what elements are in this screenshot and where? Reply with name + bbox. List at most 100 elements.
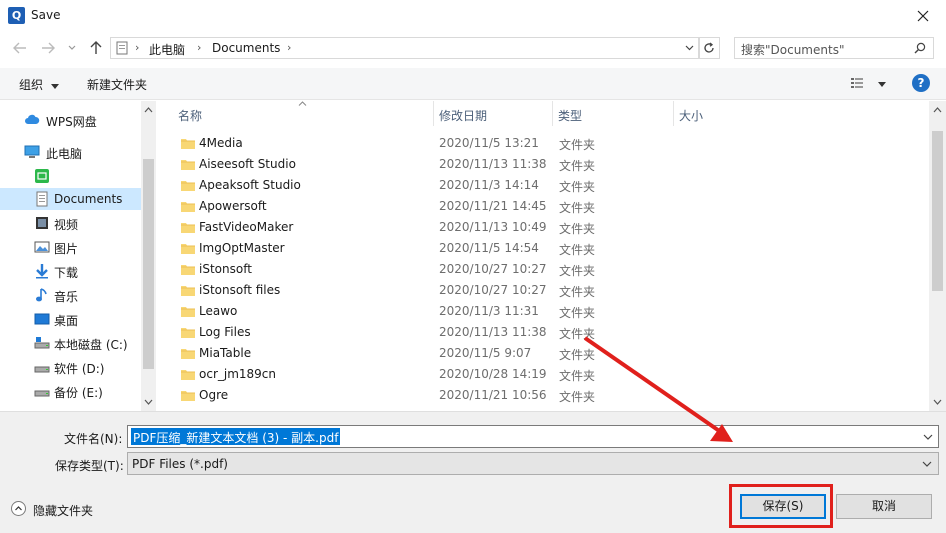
table-row[interactable]: Apeaksoft Studio 2020/11/3 14:14 文件夹: [157, 175, 929, 196]
sidebar-item-documents[interactable]: Documents: [0, 188, 141, 210]
table-row[interactable]: Aiseesoft Studio 2020/11/13 11:38 文件夹: [157, 154, 929, 175]
navigation-pane-scrollbar[interactable]: [141, 101, 156, 411]
table-row[interactable]: iStonsoft 2020/10/27 10:27 文件夹: [157, 259, 929, 280]
folder-icon: [181, 286, 195, 296]
folder-icon: [181, 202, 195, 212]
folder-icon: [181, 349, 195, 359]
filetype-select[interactable]: PDF Files (*.pdf): [127, 452, 939, 475]
video-icon: [36, 217, 48, 229]
folder-location-icon: [116, 41, 128, 55]
column-header-date[interactable]: 修改日期: [434, 101, 552, 126]
sidebar-item-downloads[interactable]: 下载: [0, 260, 141, 282]
save-button-highlight-annotation: [729, 484, 833, 528]
file-date: 2020/11/21 14:45: [439, 199, 547, 213]
file-name: Ogre: [199, 388, 229, 402]
file-list: 名称 修改日期 类型 大小 4Media 2020/11/5 13:21 文件夹 Ai…: [157, 101, 929, 411]
refresh-button[interactable]: [698, 37, 720, 59]
picture-icon: [34, 241, 50, 253]
column-header-type[interactable]: 类型: [553, 101, 673, 126]
details-view-icon: [851, 78, 863, 88]
table-row[interactable]: Log Files 2020/11/13 11:38 文件夹: [157, 322, 929, 343]
chevron-down-icon: [685, 45, 693, 51]
file-type: 文件夹: [559, 222, 596, 236]
column-header-size[interactable]: 大小: [674, 101, 794, 126]
desktop-icon: [34, 313, 50, 325]
column-header-label: 修改日期: [439, 109, 488, 123]
filename-input[interactable]: PDF压缩_新建文本文档 (3) - 副本.pdf: [131, 428, 341, 445]
recent-locations-button[interactable]: [62, 38, 82, 58]
table-row[interactable]: ocr_jm189cn 2020/10/28 14:19 文件夹: [157, 364, 929, 385]
back-button[interactable]: [10, 38, 30, 58]
table-row[interactable]: MiaTable 2020/11/5 9:07 文件夹: [157, 343, 929, 364]
view-options-button[interactable]: [850, 76, 886, 93]
arrow-right-icon: [42, 42, 55, 54]
breadcrumb-documents[interactable]: Documents: [212, 41, 280, 55]
sidebar-item-drive-c[interactable]: 本地磁盘 (C:): [0, 332, 141, 354]
sidebar-item-this-pc[interactable]: 此电脑: [0, 141, 141, 163]
sidebar-item-label: 备份 (E:): [54, 386, 103, 400]
organize-menu[interactable]: 组织: [19, 76, 59, 93]
file-name: Apeaksoft Studio: [199, 178, 301, 192]
computer-icon: [24, 145, 40, 158]
file-date: 2020/11/3 14:14: [439, 178, 539, 192]
sidebar-item-label: 软件 (D:): [54, 362, 105, 376]
file-type: 文件夹: [559, 390, 596, 404]
scrollbar-thumb[interactable]: [143, 159, 154, 369]
column-header-name[interactable]: 名称: [157, 101, 433, 126]
sidebar-item-wps-cloud[interactable]: WPS网盘: [0, 109, 141, 131]
folder-icon: [181, 370, 195, 380]
forward-button[interactable]: [38, 38, 58, 58]
filetype-label: 保存类型(T):: [55, 459, 124, 473]
file-list-scrollbar[interactable]: [929, 101, 946, 411]
title-bar: Q Save: [0, 0, 946, 32]
sidebar-item-pictures[interactable]: 图片: [0, 236, 141, 258]
organize-label: 组织: [19, 78, 44, 92]
hide-folders-label: 隐藏文件夹: [33, 504, 94, 518]
sidebar-item-videos[interactable]: 视频: [0, 212, 141, 234]
search-input[interactable]: 搜索"Documents": [741, 41, 844, 58]
chevron-down-icon: [922, 461, 932, 467]
filename-field[interactable]: PDF压缩_新建文本文档 (3) - 副本.pdf: [127, 425, 939, 448]
document-icon: [36, 191, 48, 207]
close-button[interactable]: [900, 0, 946, 32]
scroll-up-icon: [144, 107, 153, 113]
scroll-down-icon: [144, 399, 153, 405]
address-dropdown-button[interactable]: [679, 38, 699, 58]
arrow-up-icon: [90, 41, 102, 54]
scroll-down-icon: [933, 399, 942, 405]
file-type: 文件夹: [559, 243, 596, 257]
scrollbar-thumb[interactable]: [932, 131, 943, 291]
table-row[interactable]: Ogre 2020/11/21 10:56 文件夹: [157, 385, 929, 406]
sidebar-item-wps-app[interactable]: [0, 165, 141, 187]
file-date: 2020/11/13 10:49: [439, 220, 547, 234]
chevron-down-icon[interactable]: [920, 428, 936, 445]
chevron-up-circle-icon: [11, 501, 26, 516]
table-row[interactable]: Apowersoft 2020/11/21 14:45 文件夹: [157, 196, 929, 217]
table-row[interactable]: FastVideoMaker 2020/11/13 10:49 文件夹: [157, 217, 929, 238]
up-button[interactable]: [86, 38, 106, 58]
address-bar[interactable]: › 此电脑 › Documents ›: [110, 37, 700, 59]
search-box[interactable]: 搜索"Documents": [734, 37, 934, 59]
file-type: 文件夹: [559, 369, 596, 383]
sidebar-item-drive-d[interactable]: 软件 (D:): [0, 356, 141, 378]
scroll-up-icon: [933, 107, 942, 113]
file-name: 4Media: [199, 136, 243, 150]
new-folder-button[interactable]: 新建文件夹: [87, 76, 147, 93]
breadcrumb-separator: ›: [135, 41, 140, 54]
sidebar-item-desktop[interactable]: 桌面: [0, 308, 141, 330]
help-icon[interactable]: ?: [912, 74, 930, 92]
file-date: 2020/11/5 14:54: [439, 241, 539, 255]
sidebar-item-drive-e[interactable]: 备份 (E:): [0, 380, 141, 402]
caret-down-icon: [50, 84, 59, 89]
table-row[interactable]: iStonsoft files 2020/10/27 10:27 文件夹: [157, 280, 929, 301]
table-row[interactable]: 4Media 2020/11/5 13:21 文件夹: [157, 133, 929, 154]
sidebar-item-label: 此电脑: [46, 147, 83, 161]
sidebar-item-label: 本地磁盘 (C:): [54, 338, 128, 352]
table-row[interactable]: ImgOptMaster 2020/11/5 14:54 文件夹: [157, 238, 929, 259]
file-type: 文件夹: [559, 201, 596, 215]
cancel-button[interactable]: 取消: [836, 494, 932, 519]
breadcrumb-this-pc[interactable]: 此电脑: [149, 41, 185, 58]
table-row[interactable]: Leawo 2020/11/3 11:31 文件夹: [157, 301, 929, 322]
sidebar-item-music[interactable]: 音乐: [0, 284, 141, 306]
folder-icon: [181, 244, 195, 254]
